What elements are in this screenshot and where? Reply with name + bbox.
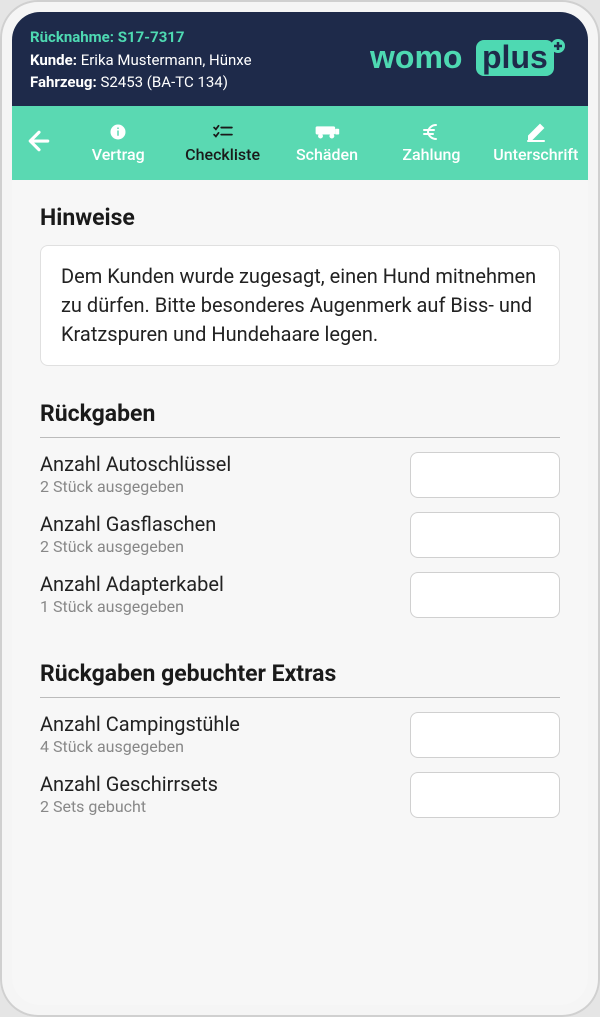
tab-label: Unterschrift (493, 145, 578, 164)
geschirrsets-input[interactable] (410, 772, 560, 818)
ruecknahme-value: S17-7317 (118, 28, 185, 46)
field-label: Anzahl Adapterkabel (40, 572, 398, 596)
field-label: Anzahl Geschirrsets (40, 772, 398, 796)
autoschluessel-input[interactable] (410, 452, 560, 498)
field-sublabel: 1 Stück ausgegeben (40, 597, 398, 616)
field-sublabel: 2 Stück ausgegeben (40, 537, 398, 556)
header-info: Rücknahme: S17-7317 Kunde: Erika Musterm… (30, 26, 252, 94)
section-title-rueckgaben: Rückgaben (40, 400, 560, 438)
van-icon (314, 121, 340, 143)
field-sublabel: 2 Stück ausgegeben (40, 477, 398, 496)
section-title-extras: Rückgaben gebuchter Extras (40, 660, 560, 698)
kunde-value: Erika Mustermann, Hünxe (81, 51, 252, 69)
tab-zahlung[interactable]: Zahlung (379, 106, 483, 180)
adapterkabel-input[interactable] (410, 572, 560, 618)
info-icon (109, 121, 127, 143)
ruecknahme-label: Rücknahme: (30, 28, 114, 46)
screen: Rücknahme: S17-7317 Kunde: Erika Musterm… (12, 12, 588, 1005)
tab-vertrag[interactable]: Vertrag (66, 106, 170, 180)
arrow-left-icon (24, 126, 54, 160)
svg-text:plus: plus (482, 39, 548, 75)
section-title-hinweise: Hinweise (40, 204, 560, 231)
header: Rücknahme: S17-7317 Kunde: Erika Musterm… (12, 12, 588, 106)
form-row-gasflaschen: Anzahl Gasflaschen 2 Stück ausgegeben (40, 512, 560, 558)
kunde-label: Kunde: (30, 51, 77, 69)
form-row-campingstuehle: Anzahl Campingstühle 4 Stück ausgegeben (40, 712, 560, 758)
form-row-adapterkabel: Anzahl Adapterkabel 1 Stück ausgegeben (40, 572, 560, 618)
euro-icon (422, 121, 440, 143)
field-label: Anzahl Autoschlüssel (40, 452, 398, 476)
tab-label: Checkliste (185, 145, 260, 164)
signature-icon (526, 121, 546, 143)
field-sublabel: 4 Stück ausgegeben (40, 737, 398, 756)
checklist-icon (212, 121, 234, 143)
logo: womo plus (370, 38, 570, 78)
tab-unterschrift[interactable]: Unterschrift (484, 106, 588, 180)
fahrzeug-label: Fahrzeug: (30, 73, 97, 91)
field-sublabel: 2 Sets gebucht (40, 797, 398, 816)
tab-checkliste[interactable]: Checkliste (170, 106, 274, 180)
field-label: Anzahl Campingstühle (40, 712, 398, 736)
form-row-geschirrsets: Anzahl Geschirrsets 2 Sets gebucht (40, 772, 560, 818)
gasflaschen-input[interactable] (410, 512, 560, 558)
field-label: Anzahl Gasflaschen (40, 512, 398, 536)
form-row-autoschluessel: Anzahl Autoschlüssel 2 Stück ausgegeben (40, 452, 560, 498)
back-button[interactable] (12, 106, 66, 180)
tab-schaeden[interactable]: Schäden (275, 106, 379, 180)
tab-label: Vertrag (92, 145, 145, 164)
fahrzeug-value: S2453 (BA-TC 134) (100, 73, 228, 91)
tab-label: Zahlung (402, 145, 460, 164)
device-frame: Rücknahme: S17-7317 Kunde: Erika Musterm… (0, 0, 600, 1017)
svg-text:womo: womo (370, 39, 462, 75)
tab-bar: Vertrag Checkliste Schäden Zahlung (12, 106, 588, 180)
campingstuehle-input[interactable] (410, 712, 560, 758)
hint-card: Dem Kunden wurde zugesagt, einen Hund mi… (40, 245, 560, 366)
tab-label: Schäden (296, 145, 358, 164)
content: Hinweise Dem Kunden wurde zugesagt, eine… (12, 180, 588, 1006)
